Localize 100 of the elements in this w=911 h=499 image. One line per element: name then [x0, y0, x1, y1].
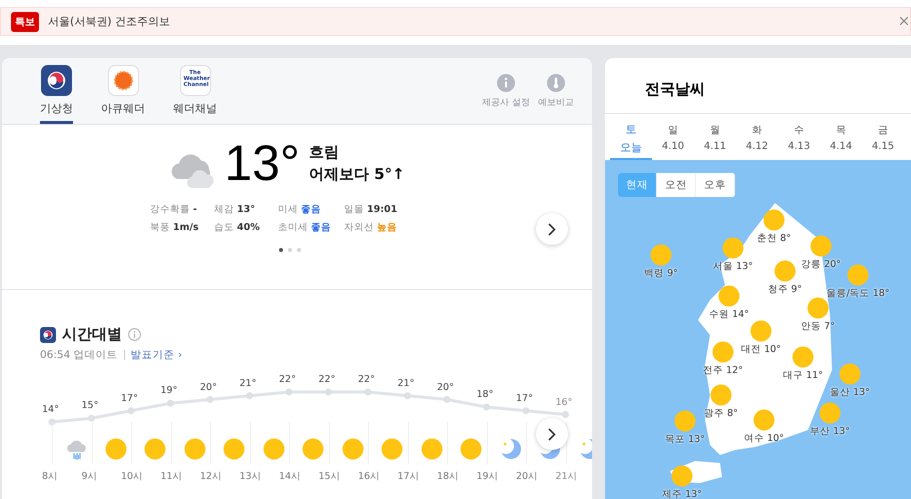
sun-icon — [144, 438, 166, 460]
alert-text: 서울(서북권) 건조주의보 — [48, 14, 170, 29]
city-temperature: 춘천 8° — [757, 232, 791, 245]
city-temperature: 강릉 20° — [801, 258, 841, 271]
day-tab[interactable]: 금 4.15 — [862, 114, 904, 160]
sun-icon — [839, 363, 861, 385]
sun-icon — [847, 264, 869, 286]
sun-icon — [753, 409, 775, 431]
hour-label: 10시 — [121, 470, 144, 483]
day-tab[interactable]: 일 4.10 — [652, 114, 694, 160]
hour-label: 20시 — [516, 470, 538, 483]
provider-tab[interactable]: 아큐웨더 — [101, 58, 145, 124]
close-icon[interactable] — [900, 17, 908, 25]
sun-icon — [750, 320, 772, 342]
chevron-right-icon — [548, 222, 556, 236]
hour-label: 16시 — [358, 470, 380, 483]
sun-logo-icon — [108, 65, 138, 96]
current-temperature: 13° — [224, 138, 300, 188]
hour-temperature: 21° — [398, 378, 414, 389]
city-temperature: 여수 10° — [744, 432, 784, 445]
weather-stat: 미세 좋음 — [278, 203, 322, 216]
basis-link[interactable]: 발표기준 › — [130, 348, 182, 362]
hour-temperature: 18° — [476, 389, 494, 400]
sun-icon — [104, 438, 126, 460]
taegeuk-logo-icon — [41, 65, 72, 96]
sun-icon — [420, 438, 442, 460]
hour-label: 17시 — [398, 470, 420, 483]
hour-temperature: 22° — [358, 374, 375, 385]
page-dot[interactable] — [296, 248, 300, 252]
alert-badge: 특보 — [11, 12, 39, 32]
city-temperature: 부산 13° — [810, 425, 850, 438]
sun-icon — [810, 235, 832, 257]
weather-stat: 체감 13° — [214, 203, 256, 216]
hour-label: 9시 — [82, 470, 98, 483]
sun-icon — [262, 438, 284, 460]
day-tab[interactable]: 목 4.14 — [820, 114, 862, 160]
page-dot[interactable] — [288, 248, 292, 252]
sun-icon — [763, 209, 785, 231]
hour-temperature: 17° — [516, 392, 533, 404]
hour-label: 15시 — [318, 470, 341, 483]
sun-icon — [342, 438, 364, 460]
thermometer-icon — [547, 74, 565, 92]
taegeuk-logo-icon — [40, 326, 56, 342]
weather-stat: 일몰 19:01 — [344, 203, 398, 216]
hour-label: 8시 — [42, 470, 58, 483]
city-temperature: 울산 13° — [830, 386, 870, 399]
weather-stat: 북풍 1m/s — [150, 221, 200, 234]
city-temperature: 청주 9° — [768, 283, 802, 296]
sun-icon — [671, 465, 693, 487]
city-temperature: 울릉/독도 18° — [826, 287, 890, 300]
hour-label: 13시 — [240, 470, 262, 483]
chevron-right-icon — [548, 428, 556, 440]
weather-stat: 초미세 좋음 — [278, 221, 332, 234]
city-temperature: 제주 13° — [662, 488, 702, 499]
hour-label: 19시 — [476, 470, 499, 483]
sun-icon — [184, 438, 206, 460]
city-temperature: 목포 13° — [665, 433, 705, 446]
section-title: 시간대별 — [62, 325, 122, 344]
hour-temperature: 20° — [200, 382, 217, 392]
sun-icon — [792, 346, 814, 368]
hour-temperature: 21° — [240, 378, 256, 389]
hour-label: 12시 — [200, 470, 222, 483]
day-tab[interactable]: 수 4.13 — [778, 114, 820, 160]
hour-temperature: 15° — [82, 400, 98, 412]
next-button[interactable] — [536, 213, 568, 245]
info-icon[interactable] — [128, 328, 141, 341]
hour-label: 18시 — [437, 470, 460, 483]
provider-tab[interactable]: 기상청 — [40, 58, 73, 124]
hour-temperature: 17° — [121, 392, 138, 404]
weather-stat: 강수확률 - — [150, 203, 198, 216]
alert-banner[interactable]: 특보 서울(서북권) 건조주의보 — [0, 7, 911, 36]
day-tab[interactable]: 월 4.11 — [694, 114, 736, 160]
next-button[interactable] — [536, 418, 568, 450]
city-temperature: 대전 10° — [741, 343, 781, 356]
page-dot[interactable] — [278, 248, 282, 252]
city-temperature: 대구 11° — [783, 369, 823, 382]
sun-icon — [712, 341, 734, 363]
sun-icon — [302, 438, 324, 460]
hour-temperature: 16° — [556, 396, 572, 408]
hour-temperature: 14° — [42, 404, 59, 415]
city-temperature: 수원 14° — [709, 308, 749, 321]
sun-icon — [381, 438, 403, 460]
hour-temperature: 19° — [160, 385, 178, 396]
sun-icon — [718, 285, 740, 307]
info-icon — [497, 74, 516, 92]
sun-icon — [650, 244, 672, 266]
weather-stat: 습도 40% — [214, 221, 261, 234]
sun-icon — [819, 402, 841, 424]
hour-label: 21시 — [556, 470, 578, 483]
hour-temperature: 22° — [318, 374, 336, 385]
update-time: 06:54 업데이트 — [40, 348, 118, 362]
sun-icon — [774, 260, 796, 282]
hour-label: 14시 — [279, 470, 302, 483]
hour-temperature: 20° — [437, 382, 454, 392]
card-title: 전국날씨 — [605, 58, 911, 114]
day-tab[interactable]: 화 4.12 — [736, 114, 778, 160]
sun-icon — [722, 237, 744, 259]
city-temperature: 백령 9° — [644, 267, 678, 280]
sun-icon — [223, 438, 245, 460]
condition-text: 흐림 — [308, 142, 340, 162]
